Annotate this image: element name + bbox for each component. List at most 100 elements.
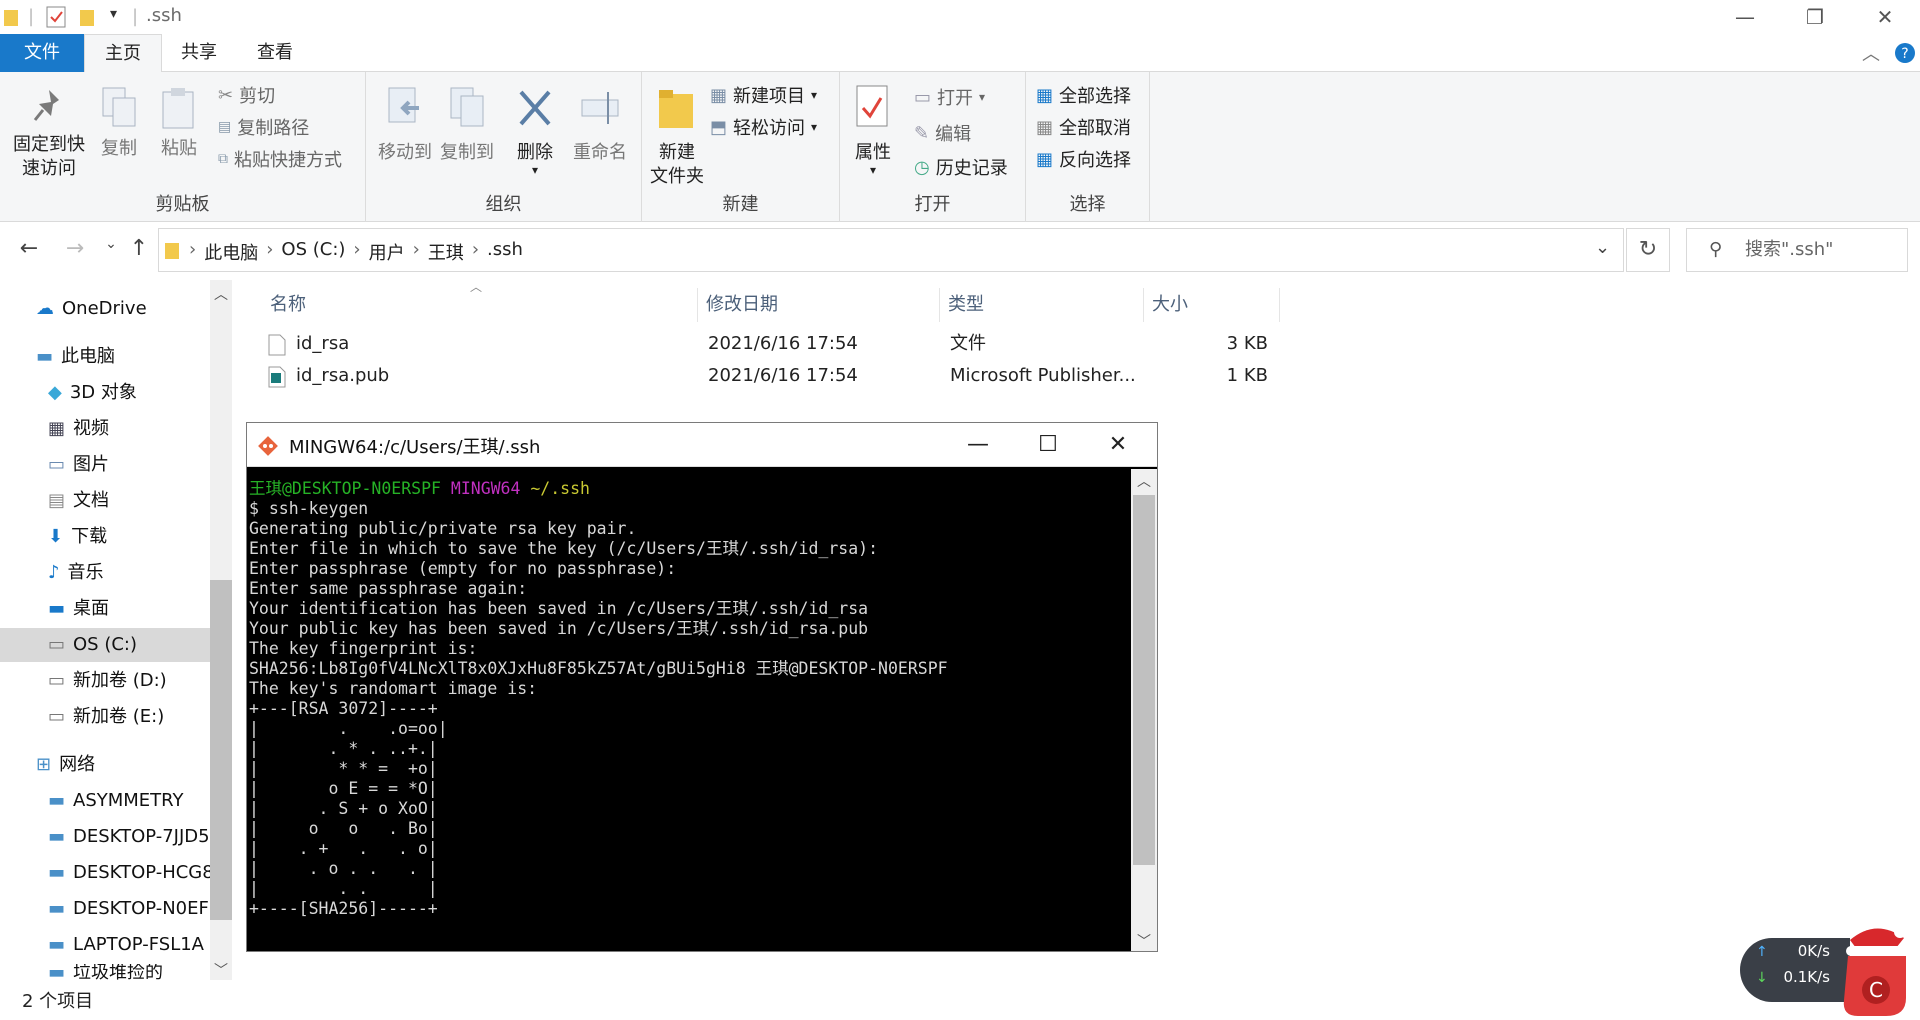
terminal-scrollbar[interactable]: ︿ ﹀ (1131, 469, 1157, 951)
nav-item-pc[interactable]: ▬ DESKTOP-HCG8 (48, 856, 210, 890)
terminal-line: | . o . . . | (249, 859, 438, 878)
search-input[interactable]: ⚲ 搜索".ssh" (1686, 228, 1908, 272)
nav-item-pc[interactable]: ▬ LAPTOP-FSL1A (48, 928, 210, 962)
crumb[interactable]: 王琪 (428, 239, 464, 265)
computer-icon: ▬ (36, 346, 54, 367)
file-type: Microsoft Publisher... (950, 365, 1136, 386)
terminal-maximize-button[interactable]: ☐ (1013, 423, 1083, 467)
properties-icon[interactable] (46, 6, 66, 28)
minimize-button[interactable]: — (1710, 0, 1780, 34)
help-icon[interactable]: ? (1894, 42, 1916, 64)
crumb[interactable]: 此电脑 (204, 239, 258, 265)
new-folder-icon[interactable] (80, 6, 96, 28)
tab-share[interactable]: 共享 (166, 34, 232, 72)
collapse-ribbon-icon[interactable]: ︿ (1862, 40, 1880, 66)
nav-item-pc[interactable]: ▬ DESKTOP-N0EF (48, 892, 210, 926)
svg-text:C: C (1869, 978, 1883, 1002)
column-header-size[interactable]: 大小 (1144, 288, 1280, 322)
move-to-button[interactable]: 移动到 (376, 84, 434, 165)
nav-item-volume-e[interactable]: ▭ 新加卷 (E:) (48, 700, 164, 734)
delete-label: 删除 (517, 142, 553, 163)
scroll-up-icon[interactable]: ︿ (214, 284, 228, 304)
nav-scrollbar[interactable]: ︿ ﹀ (210, 280, 232, 980)
close-button[interactable]: ✕ (1850, 0, 1920, 34)
address-dropdown-icon[interactable]: ⌄ (1595, 237, 1610, 258)
terminal-line: | . . | (249, 879, 438, 898)
customize-toolbar-icon[interactable]: ▾ (110, 6, 117, 22)
nav-item-pc[interactable]: ▬ ASYMMETRY (48, 784, 210, 818)
restore-button[interactable]: ❐ (1780, 0, 1850, 34)
crumb[interactable]: OS (C:) (281, 239, 345, 265)
paste-label: 粘贴 (161, 138, 197, 159)
nav-item-label: 新加卷 (E:) (73, 706, 165, 727)
nav-item-network[interactable]: ⊞ 网络 (36, 748, 95, 782)
nav-item-pc[interactable]: ▬ 垃圾堆捡的 (48, 964, 210, 982)
nav-item-pc[interactable]: ▬ DESKTOP-7JJD5 (48, 820, 210, 854)
nav-item-downloads[interactable]: ⬇ 下载 (48, 520, 107, 554)
film-icon: ▦ (48, 418, 66, 439)
new-group: 新建 文件夹 ▦ 新建项目 ▾ ⬒ 轻松访问 ▾ 新建 (642, 72, 840, 222)
separator: | (132, 6, 139, 27)
paste-button[interactable]: 粘贴 (156, 86, 202, 161)
scroll-up-icon[interactable]: ︿ (1137, 471, 1151, 491)
column-header-date[interactable]: 修改日期 (698, 288, 940, 322)
prompt-line: 王琪@DESKTOP-N0ERSPF MINGW64 ~/.ssh (249, 479, 590, 498)
new-item-button[interactable]: ▦ 新建项目 ▾ (710, 82, 817, 108)
table-row[interactable]: id_rsa.pub 2021/6/16 17:54 Microsoft Pub… (268, 360, 1278, 392)
terminal-minimize-button[interactable]: — (943, 423, 1013, 467)
open-button[interactable]: ▭ 打开 ▾ (914, 84, 985, 110)
nav-item-documents[interactable]: ▤ 文档 (48, 484, 109, 518)
delete-dropdown-icon[interactable]: ▾ (512, 164, 558, 176)
copy-label: 复制 (101, 138, 137, 159)
back-arrow-icon[interactable]: ← (14, 236, 44, 266)
table-row[interactable]: id_rsa 2021/6/16 17:54 文件 3 KB (268, 328, 1278, 360)
network-speed-widget[interactable]: ↑ 0K/s ↓ 0.1K/s C (1740, 918, 1920, 1020)
edit-button[interactable]: ✎ 编辑 (914, 120, 971, 146)
nav-item-3d-objects[interactable]: ◆ 3D 对象 (48, 376, 137, 410)
copy-button[interactable]: 复制 (96, 86, 142, 161)
easy-access-button[interactable]: ⬒ 轻松访问 ▾ (710, 114, 817, 140)
nav-item-desktop[interactable]: ▬ 桌面 (48, 592, 109, 626)
terminal-close-button[interactable]: ✕ (1083, 423, 1153, 467)
nav-item-onedrive[interactable]: ☁ OneDrive (36, 292, 147, 326)
tab-view[interactable]: 查看 (242, 34, 308, 72)
select-all-button[interactable]: ▦ 全部选择 (1036, 82, 1131, 108)
copy-path-button[interactable]: ▤ 复制路径 (218, 114, 309, 140)
cut-button[interactable]: ✂ 剪切 (218, 82, 275, 108)
select-none-button[interactable]: ▦ 全部取消 (1036, 114, 1131, 140)
tab-home[interactable]: 主页 (84, 34, 162, 73)
column-header-type[interactable]: 类型 (940, 288, 1144, 322)
history-button[interactable]: ◷ 历史记录 (914, 154, 1008, 180)
nav-scroll-thumb[interactable] (210, 580, 232, 920)
scroll-down-icon[interactable]: ﹀ (214, 960, 228, 980)
terminal-window[interactable]: MINGW64:/c/Users/王琪/.ssh — ☐ ✕ 王琪@DESKTO… (246, 422, 1158, 952)
delete-button[interactable]: 删除 ▾ (512, 84, 558, 176)
forward-arrow-icon[interactable]: → (60, 236, 90, 266)
new-folder-button[interactable]: 新建 文件夹 (646, 84, 708, 189)
terminal-output[interactable]: 王琪@DESKTOP-N0ERSPF MINGW64 ~/.ssh $ ssh-… (249, 469, 1129, 949)
tab-file[interactable]: 文件 (0, 34, 84, 72)
breadcrumb[interactable]: › 此电脑 › OS (C:) › 用户 › 王琪 › .ssh ⌄ (158, 228, 1624, 272)
column-header-name[interactable]: 名称 (262, 288, 698, 322)
nav-item-volume-d[interactable]: ▭ 新加卷 (D:) (48, 664, 167, 698)
paste-shortcut-button[interactable]: ⧉ 粘贴快捷方式 (218, 146, 342, 172)
scroll-down-icon[interactable]: ﹀ (1137, 931, 1151, 951)
copy-to-button[interactable]: 复制到 (438, 84, 496, 165)
nav-item-this-pc[interactable]: ▬ 此电脑 (36, 340, 115, 374)
nav-item-pictures[interactable]: ▭ 图片 (48, 448, 109, 482)
up-arrow-icon[interactable]: ↑ (124, 236, 154, 266)
rename-button[interactable]: 重命名 (568, 84, 632, 165)
pin-button[interactable]: 固定到快 速访问 (6, 86, 92, 181)
nav-item-music[interactable]: ♪ 音乐 (48, 556, 104, 590)
invert-selection-button[interactable]: ▦ 反向选择 (1036, 146, 1131, 172)
terminal-title-bar[interactable]: MINGW64:/c/Users/王琪/.ssh — ☐ ✕ (247, 423, 1157, 467)
recent-locations-icon[interactable]: ⌄ (96, 236, 126, 266)
crumb[interactable]: .ssh (487, 239, 523, 265)
nav-item-os-c[interactable]: ▭ OS (C:) (0, 628, 210, 662)
properties-button[interactable]: 属性 ▾ (850, 84, 896, 176)
nav-item-videos[interactable]: ▦ 视频 (48, 412, 109, 446)
crumb[interactable]: 用户 (369, 239, 405, 265)
refresh-button[interactable]: ↻ (1626, 228, 1670, 272)
terminal-scroll-thumb[interactable] (1133, 495, 1155, 865)
properties-dropdown-icon[interactable]: ▾ (850, 164, 896, 176)
